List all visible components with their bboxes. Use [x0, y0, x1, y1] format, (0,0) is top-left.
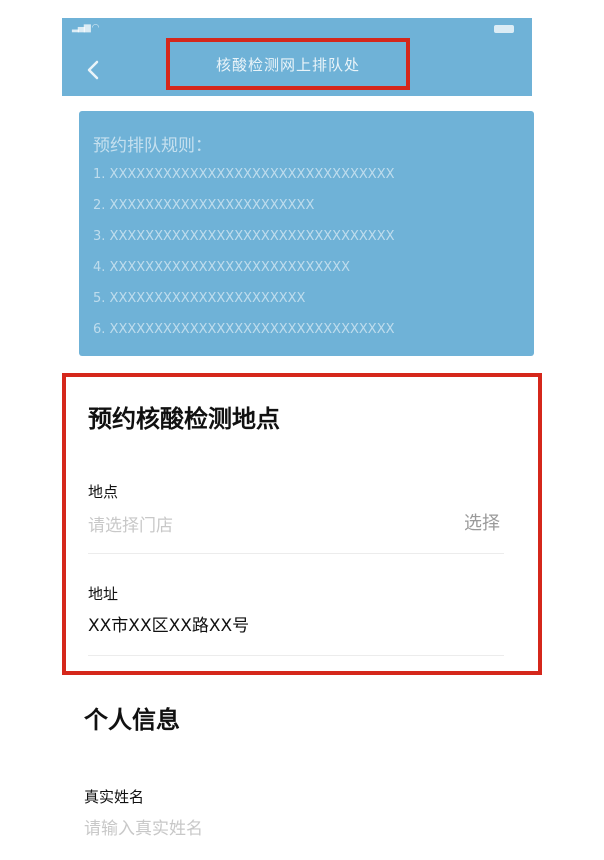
location-section: 预约核酸检测地点 地点 请选择门店 选择 地址 XX市XX区XX路XX号 — [62, 373, 542, 675]
nav-title-highlight: 核酸检测网上排队处 — [166, 38, 410, 90]
rule-item: 3. XXXXXXXXXXXXXXXXXXXXXXXXXXXXXXXX — [93, 229, 395, 244]
signal-icon: ▂▄▆ ◠ — [72, 23, 100, 33]
rule-item: 6. XXXXXXXXXXXXXXXXXXXXXXXXXXXXXXXX — [93, 322, 395, 337]
divider — [88, 553, 504, 554]
rule-item: 5. XXXXXXXXXXXXXXXXXXXXXX — [93, 291, 306, 306]
page-title: 核酸检测网上排队处 — [215, 55, 360, 74]
address-value: XX市XX区XX路XX号 — [88, 616, 250, 636]
status-bar: ▂▄▆ ◠ — [62, 18, 532, 40]
location-section-title: 预约核酸检测地点 — [88, 405, 280, 433]
name-input[interactable]: 请输入真实姓名 — [84, 814, 203, 839]
rules-list: 1. XXXXXXXXXXXXXXXXXXXXXXXXXXXXXXXX 2. X… — [93, 165, 395, 351]
select-place-button[interactable]: 选择 — [464, 509, 500, 535]
name-label: 真实姓名 — [84, 788, 145, 806]
divider — [88, 655, 504, 656]
rules-title: 预约排队规则： — [93, 136, 212, 156]
place-label: 地点 — [88, 483, 119, 501]
place-input[interactable]: 请选择门店 — [88, 511, 173, 536]
personal-section-title: 个人信息 — [84, 706, 180, 734]
battery-icon — [494, 25, 514, 33]
app-header: ▂▄▆ ◠ 核酸检测网上排队处 — [62, 18, 532, 96]
address-label: 地址 — [88, 585, 119, 603]
rule-item: 4. XXXXXXXXXXXXXXXXXXXXXXXXXXX — [93, 260, 350, 275]
rules-card: 预约排队规则： 1. XXXXXXXXXXXXXXXXXXXXXXXXXXXXX… — [79, 111, 534, 356]
rule-item: 1. XXXXXXXXXXXXXXXXXXXXXXXXXXXXXXXX — [93, 167, 395, 182]
chevron-left-icon[interactable] — [82, 56, 106, 84]
rule-item: 2. XXXXXXXXXXXXXXXXXXXXXXX — [93, 198, 315, 213]
